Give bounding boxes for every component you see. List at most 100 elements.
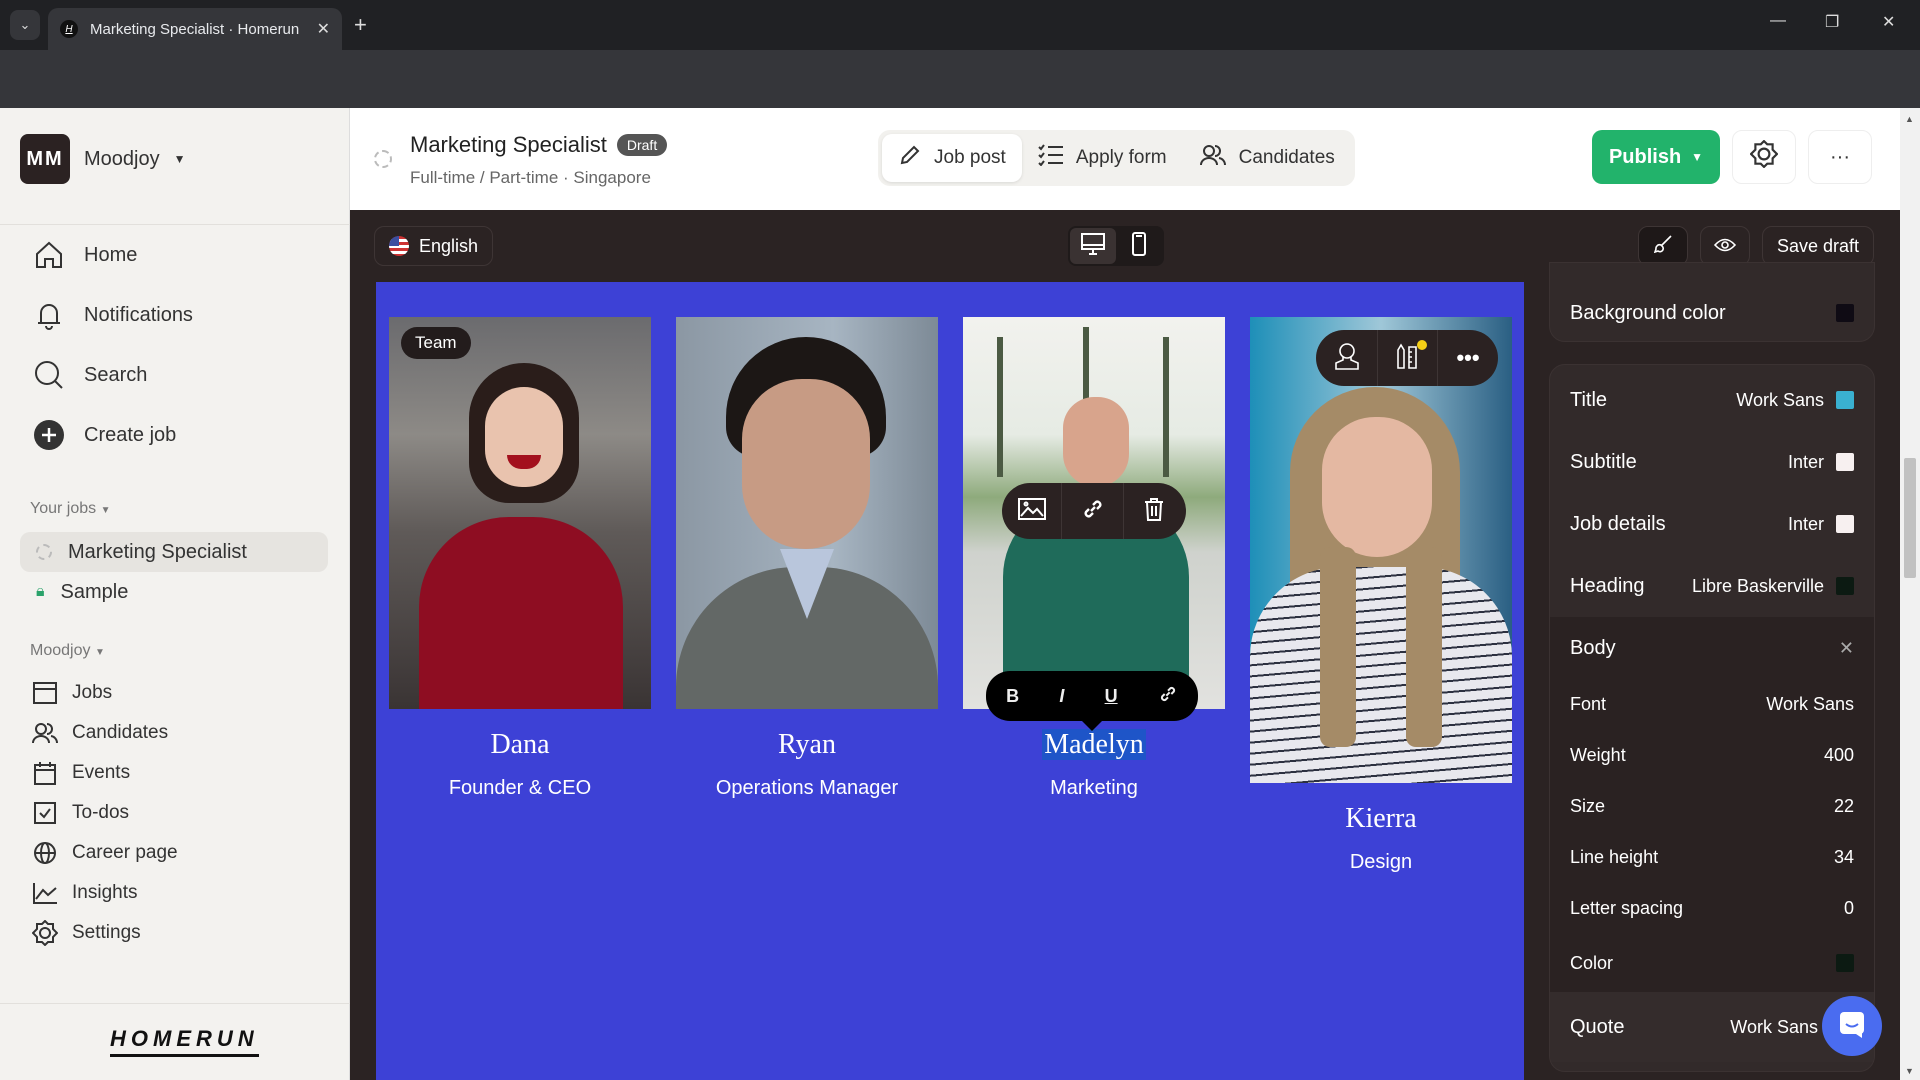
background-color-swatch[interactable] [1836,304,1854,322]
team-member-card[interactable]: Kierra Design [1250,317,1512,874]
member-profile-button[interactable] [1316,330,1378,386]
italic-button[interactable]: I [1059,686,1064,707]
bold-button[interactable]: B [1006,686,1019,707]
color-swatch[interactable] [1836,577,1854,595]
member-name[interactable]: Madelyn [963,729,1225,761]
team-member-photo[interactable] [676,317,938,709]
new-tab-button[interactable]: + [354,12,367,38]
org-section[interactable]: Moodjoy ▼ [30,642,105,660]
underline-button[interactable]: U [1105,686,1118,707]
close-window-button[interactable]: ✕ [1882,12,1895,32]
row-value[interactable]: Work Sans [1766,694,1854,715]
nav-search[interactable]: Search [32,358,147,392]
nav-settings[interactable]: Settings [32,920,141,946]
tab-candidates[interactable]: Candidates [1183,134,1351,182]
body-settings: Body ✕ Font Work Sans Weight 400 Size 22 Li… [1550,617,1874,992]
browser-tab[interactable]: H Marketing Specialist · Homerun ✕ [48,8,342,50]
language-selector[interactable]: English [374,226,494,266]
color-swatch[interactable] [1836,515,1854,533]
nav-notifications[interactable]: Notifications [32,298,193,332]
support-chat-button[interactable] [1822,996,1882,1056]
nav-home[interactable]: Home [32,238,137,272]
typography-row-title[interactable]: Title Work Sans [1550,369,1874,431]
team-member-card[interactable]: Ryan Operations Manager [676,317,938,800]
publish-button[interactable]: Publish ▼ [1592,130,1720,184]
design-brush-button[interactable] [1638,226,1688,266]
tab-apply-form[interactable]: Apply form [1022,134,1183,182]
gear-icon [32,920,58,946]
nav-todos[interactable]: To-dos [32,800,129,826]
tab-search-button[interactable]: ⌄ [10,10,40,40]
nav-candidates[interactable]: Candidates [32,720,168,746]
job-item-marketing-specialist[interactable]: Marketing Specialist [20,532,328,572]
member-role[interactable]: Operations Manager [676,777,938,800]
scroll-up-arrow[interactable]: ▲ [1905,114,1914,124]
replace-image-button[interactable] [1002,483,1062,539]
job-item-sample[interactable]: 🔒︎ Sample [20,572,328,612]
close-tab-icon[interactable]: ✕ [317,19,330,39]
nav-create-job[interactable]: Create job [32,418,176,452]
background-color-card[interactable]: Background color [1549,262,1875,342]
selected-text[interactable]: Madelyn [1042,729,1146,760]
more-options-button[interactable]: ··· [1808,130,1872,184]
row-value[interactable]: 400 [1824,745,1854,766]
color-swatch[interactable] [1836,453,1854,471]
nav-jobs[interactable]: Jobs [32,680,112,706]
typography-row-heading[interactable]: Heading Libre Baskerville [1550,555,1874,617]
team-member-card[interactable]: Team Dana Founder & CEO [389,317,651,800]
body-font-row[interactable]: Font Work Sans [1550,679,1874,730]
design-options-button[interactable] [1378,330,1438,386]
scroll-down-arrow[interactable]: ▼ [1905,1066,1914,1076]
link-image-button[interactable] [1062,483,1124,539]
team-member-photo[interactable]: Team [389,317,651,709]
typography-row-subtitle[interactable]: Subtitle Inter [1550,431,1874,493]
save-draft-button[interactable]: Save draft [1762,226,1874,266]
job-settings-button[interactable] [1732,130,1796,184]
nav-events[interactable]: Events [32,760,130,786]
row-label: Body [1570,636,1616,659]
row-label: Letter spacing [1570,898,1684,918]
member-name[interactable]: Kierra [1250,803,1512,835]
delete-image-button[interactable] [1124,483,1184,539]
nav-career-page[interactable]: Career page [32,840,178,866]
row-value[interactable]: 0 [1844,898,1854,919]
nav-insights[interactable]: Insights [32,880,137,906]
more-options-button[interactable]: ••• [1438,330,1498,386]
member-name[interactable]: Ryan [676,729,938,761]
body-line-height-row[interactable]: Line height 34 [1550,832,1874,883]
restore-button[interactable]: ❐ [1825,12,1839,32]
row-value[interactable]: 22 [1834,796,1854,817]
scrollbar-thumb[interactable] [1904,458,1916,578]
member-role[interactable]: Design [1250,851,1512,874]
member-role[interactable]: Marketing [963,777,1225,800]
preview-button[interactable] [1700,226,1750,266]
body-size-row[interactable]: Size 22 [1550,781,1874,832]
color-swatch[interactable] [1836,954,1854,972]
homerun-logo[interactable]: HOMERUN [110,1026,259,1057]
workspace-switcher[interactable]: MM Moodjoy ▼ [20,134,186,184]
team-section[interactable]: Team Dana Founder & CEO Ryan Operations … [376,282,1524,1080]
body-header[interactable]: Body ✕ [1550,617,1874,679]
nav-label: Jobs [72,682,113,703]
globe-icon [32,840,58,866]
mobile-view-button[interactable] [1116,228,1162,264]
team-member-photo[interactable] [1250,317,1512,783]
nav-label: Insights [72,882,138,903]
body-color-row[interactable]: Color [1550,934,1874,992]
close-icon[interactable]: ✕ [1839,638,1854,659]
job-title: Marketing Specialist [410,132,607,157]
your-jobs-section[interactable]: Your jobs ▼ [30,500,110,518]
desktop-view-button[interactable] [1070,228,1116,264]
minimize-button[interactable]: — [1770,12,1786,30]
row-value[interactable]: 34 [1834,847,1854,868]
color-swatch[interactable] [1836,391,1854,409]
tab-job-post[interactable]: Job post [882,134,1022,182]
body-letter-spacing-row[interactable]: Letter spacing 0 [1550,883,1874,934]
link-button[interactable] [1158,684,1178,709]
body-weight-row[interactable]: Weight 400 [1550,730,1874,781]
typography-row-job-details[interactable]: Job details Inter [1550,493,1874,555]
plus-circle-icon [32,418,66,452]
member-role[interactable]: Founder & CEO [389,777,651,800]
member-name[interactable]: Dana [389,729,651,761]
page-scrollbar[interactable]: ▲ ▼ [1900,108,1920,1080]
